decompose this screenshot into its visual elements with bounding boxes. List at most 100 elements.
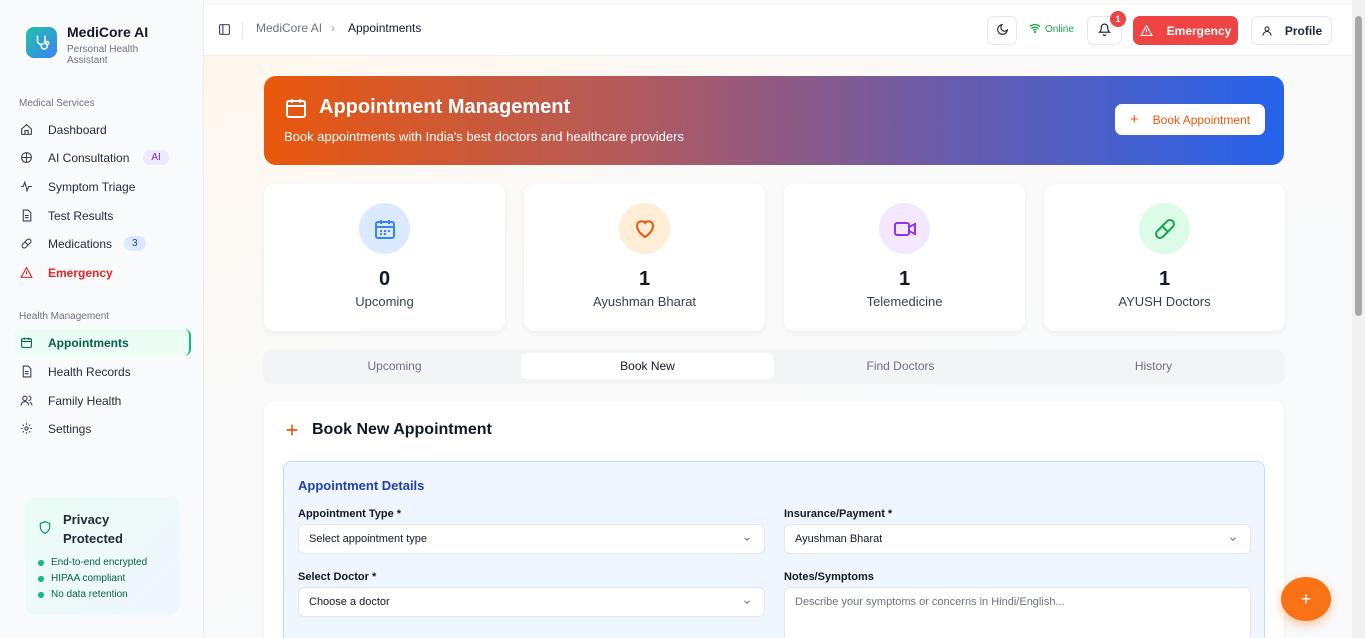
sidebar: MediCore AI Personal Health Assistant Me… — [0, 0, 204, 638]
book-appointment-button[interactable]: + Book Appointment — [1115, 104, 1265, 135]
privacy-line: HIPAA compliant — [38, 573, 125, 584]
chevron-down-icon — [1228, 534, 1238, 547]
section-title: Appointment Details — [298, 478, 425, 493]
ai-badge: AI — [143, 150, 169, 165]
home-icon — [19, 123, 33, 137]
medications-count-badge: 3 — [124, 236, 146, 251]
chevron-right-icon: › — [331, 21, 335, 35]
appointment-type-select[interactable]: Select appointment type — [298, 524, 765, 554]
sidebar-item-ai-consultation[interactable]: AI Consultation AI — [14, 144, 191, 171]
shield-icon — [38, 520, 52, 540]
scrollbar-thumb[interactable] — [1355, 16, 1362, 316]
chevron-down-icon — [742, 534, 752, 547]
plus-icon — [284, 422, 300, 443]
sidebar-item-symptom-triage[interactable]: Symptom Triage — [14, 173, 191, 200]
sidebar-item-test-results[interactable]: Test Results — [14, 202, 191, 229]
floating-add-button[interactable]: + — [1281, 577, 1331, 621]
sidebar-item-label: Appointments — [48, 335, 129, 350]
tab-book-new[interactable]: Book New — [521, 353, 774, 379]
stat-label: Upcoming — [355, 294, 414, 309]
insurance-label: Insurance/Payment * — [784, 508, 893, 520]
brand-name: MediCore AI — [67, 24, 149, 40]
moon-icon — [996, 23, 1009, 39]
sidebar-item-emergency[interactable]: Emergency — [14, 259, 191, 286]
stat-card-upcoming[interactable]: 0 Upcoming — [264, 184, 505, 331]
sidebar-item-label: Test Results — [48, 208, 114, 223]
activity-icon — [19, 180, 33, 194]
stat-value: 1 — [1158, 268, 1171, 290]
sidebar-toggle-icon[interactable] — [218, 23, 231, 41]
page-title: Appointment Management — [319, 96, 571, 118]
sidebar-item-health-records[interactable]: Health Records — [14, 358, 191, 385]
user-icon — [1261, 25, 1273, 37]
pill-icon — [1139, 203, 1190, 254]
tab-upcoming[interactable]: Upcoming — [268, 353, 521, 379]
top-header: MediCore AI › Appointments Online 1 Emer… — [204, 5, 1352, 56]
sidebar-item-label: Symptom Triage — [48, 179, 136, 194]
breadcrumb-home[interactable]: MediCore AI — [256, 21, 322, 35]
sidebar-item-family-health[interactable]: Family Health — [14, 387, 191, 414]
plus-icon: + — [1129, 111, 1139, 128]
sidebar-item-label: Health Records — [48, 364, 131, 379]
sidebar-item-label: Family Health — [48, 393, 122, 408]
theme-toggle-button[interactable] — [987, 16, 1017, 45]
sidebar-item-settings[interactable]: Settings — [14, 415, 191, 442]
video-icon — [879, 203, 930, 254]
stat-value: 1 — [638, 268, 651, 290]
users-icon — [19, 394, 33, 408]
sidebar-item-medications[interactable]: Medications 3 — [14, 230, 191, 257]
breadcrumb-current: Appointments — [348, 21, 422, 35]
calendar-icon — [284, 96, 308, 125]
stat-value: 0 — [378, 268, 391, 290]
alert-triangle-icon — [1139, 24, 1153, 37]
gear-icon — [19, 422, 33, 436]
stat-value: 1 — [898, 268, 911, 290]
booking-title: Book New Appointment — [312, 421, 492, 438]
stethoscope-icon — [26, 27, 57, 58]
brain-icon — [19, 151, 33, 165]
stat-card-ayushman-bharat[interactable]: 1 Ayushman Bharat — [524, 184, 765, 331]
file-icon — [19, 209, 33, 223]
stat-label: Telemedicine — [866, 294, 943, 309]
wifi-icon — [1029, 23, 1041, 36]
main-content: Appointment Management Book appointments… — [204, 56, 1352, 638]
tab-history[interactable]: History — [1027, 353, 1280, 379]
brand[interactable]: MediCore AI Personal Health Assistant — [26, 24, 157, 66]
appointment-tabs: Upcoming Book New Find Doctors History — [264, 350, 1284, 382]
hero-banner: Appointment Management Book appointments… — [264, 76, 1284, 165]
page-scrollbar[interactable] — [1352, 0, 1365, 638]
sidebar-item-label: Settings — [48, 421, 92, 436]
stat-card-telemedicine[interactable]: 1 Telemedicine — [784, 184, 1025, 331]
profile-button[interactable]: Profile — [1251, 16, 1332, 45]
doctor-select[interactable]: Choose a doctor — [298, 587, 765, 617]
calendar-icon — [19, 336, 33, 350]
alert-triangle-icon — [19, 266, 33, 280]
calendar-icon — [359, 203, 410, 254]
notification-count-badge: 1 — [1110, 11, 1126, 27]
appointment-type-label: Appointment Type * — [298, 508, 402, 520]
insurance-select[interactable]: Ayushman Bharat — [784, 524, 1251, 554]
section-label-health: Health Management — [19, 311, 110, 322]
brand-subtitle: Personal Health Assistant — [67, 44, 139, 66]
privacy-line: No data retention — [38, 589, 128, 600]
notes-label: Notes/Symptoms — [784, 571, 874, 583]
sidebar-item-appointments[interactable]: Appointments — [14, 329, 191, 356]
privacy-line: End-to-end encrypted — [38, 557, 147, 568]
notes-textarea[interactable]: Describe your symptoms or concerns in Hi… — [784, 587, 1251, 638]
page-subtitle: Book appointments with India's best doct… — [284, 129, 684, 144]
appointment-details-panel: Appointment Details Appointment Type * S… — [283, 461, 1265, 638]
file-icon — [19, 365, 33, 379]
pill-icon — [19, 237, 33, 251]
stat-label: AYUSH Doctors — [1118, 294, 1211, 309]
sidebar-item-label: Emergency — [48, 265, 113, 280]
chevron-down-icon — [742, 597, 752, 610]
booking-card: Book New Appointment Appointment Details… — [264, 401, 1284, 638]
stat-card-ayush-doctors[interactable]: 1 AYUSH Doctors — [1044, 184, 1285, 331]
sidebar-item-label: Medications — [48, 236, 113, 251]
tab-find-doctors[interactable]: Find Doctors — [774, 353, 1027, 379]
heart-icon — [619, 203, 670, 254]
sidebar-item-label: AI Consultation — [48, 150, 130, 165]
sidebar-item-dashboard[interactable]: Dashboard — [14, 116, 191, 143]
emergency-button[interactable]: Emergency — [1133, 16, 1238, 45]
privacy-card: Privacy Protected End-to-end encrypted H… — [25, 497, 179, 615]
